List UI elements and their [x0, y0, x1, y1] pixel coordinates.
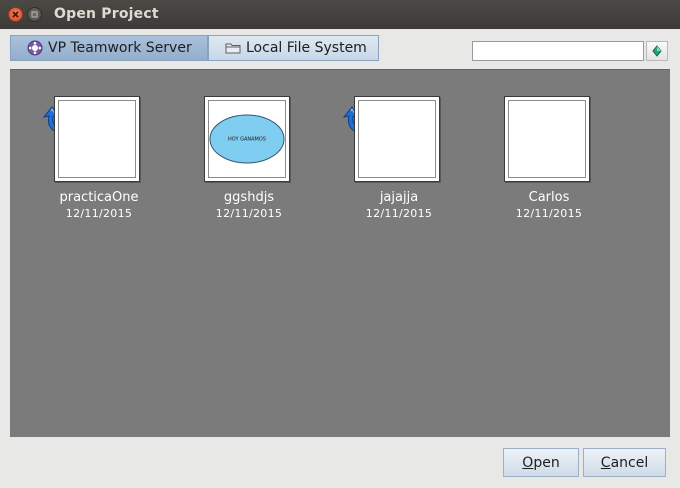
tab-label: Local File System	[246, 40, 367, 56]
project-item-practicaone[interactable]: practicaOne 12/11/2015	[20, 96, 160, 226]
project-item-carlos[interactable]: Carlos 12/11/2015	[470, 96, 610, 226]
tab-local-file-system[interactable]: Local File System	[208, 35, 379, 61]
maximize-icon	[31, 11, 38, 18]
open-mnemonic: O	[522, 454, 534, 471]
project-name: practicaOne	[59, 190, 139, 205]
cancel-button[interactable]: Cancel	[583, 448, 666, 477]
teamwork-server-icon	[27, 40, 43, 56]
project-thumbnail[interactable]	[54, 96, 140, 182]
search-button[interactable]	[646, 41, 668, 61]
project-item-ggshdjs[interactable]: HOY GANAMOS ggshdjs 12/11/2015	[170, 96, 310, 226]
project-item-jajajja[interactable]: jajajja 12/11/2015	[320, 96, 460, 226]
close-window-button[interactable]	[8, 7, 23, 22]
project-date: 12/11/2015	[515, 207, 583, 220]
project-thumbnail[interactable]	[354, 96, 440, 182]
search-diamond-icon	[652, 45, 662, 57]
project-date: 12/11/2015	[65, 207, 133, 220]
tab-label: VP Teamwork Server	[48, 40, 192, 56]
title-bar: Open Project	[0, 0, 680, 29]
project-name: Carlos	[528, 190, 570, 205]
open-label-rest: pen	[533, 454, 560, 471]
window-title: Open Project	[54, 6, 159, 22]
open-button[interactable]: Open	[503, 448, 579, 477]
folder-icon	[225, 43, 241, 54]
maximize-window-button[interactable]	[27, 7, 42, 22]
diagram-preview: HOY GANAMOS	[209, 114, 285, 164]
project-date: 12/11/2015	[215, 207, 283, 220]
tab-vp-teamwork-server[interactable]: VP Teamwork Server	[10, 35, 208, 61]
cancel-mnemonic: C	[600, 454, 611, 471]
cancel-label-rest: ancel	[610, 454, 649, 471]
project-thumbnail[interactable]	[504, 96, 590, 182]
project-name: ggshdjs	[223, 190, 275, 205]
close-icon	[12, 11, 19, 18]
project-date: 12/11/2015	[365, 207, 433, 220]
project-gallery[interactable]: practicaOne 12/11/2015 HOY GANAMOS ggshd…	[10, 69, 670, 437]
project-name: jajajja	[379, 190, 419, 205]
search-input[interactable]	[472, 41, 644, 61]
diagram-shape-label: HOY GANAMOS	[228, 137, 266, 143]
project-thumbnail[interactable]: HOY GANAMOS	[204, 96, 290, 182]
